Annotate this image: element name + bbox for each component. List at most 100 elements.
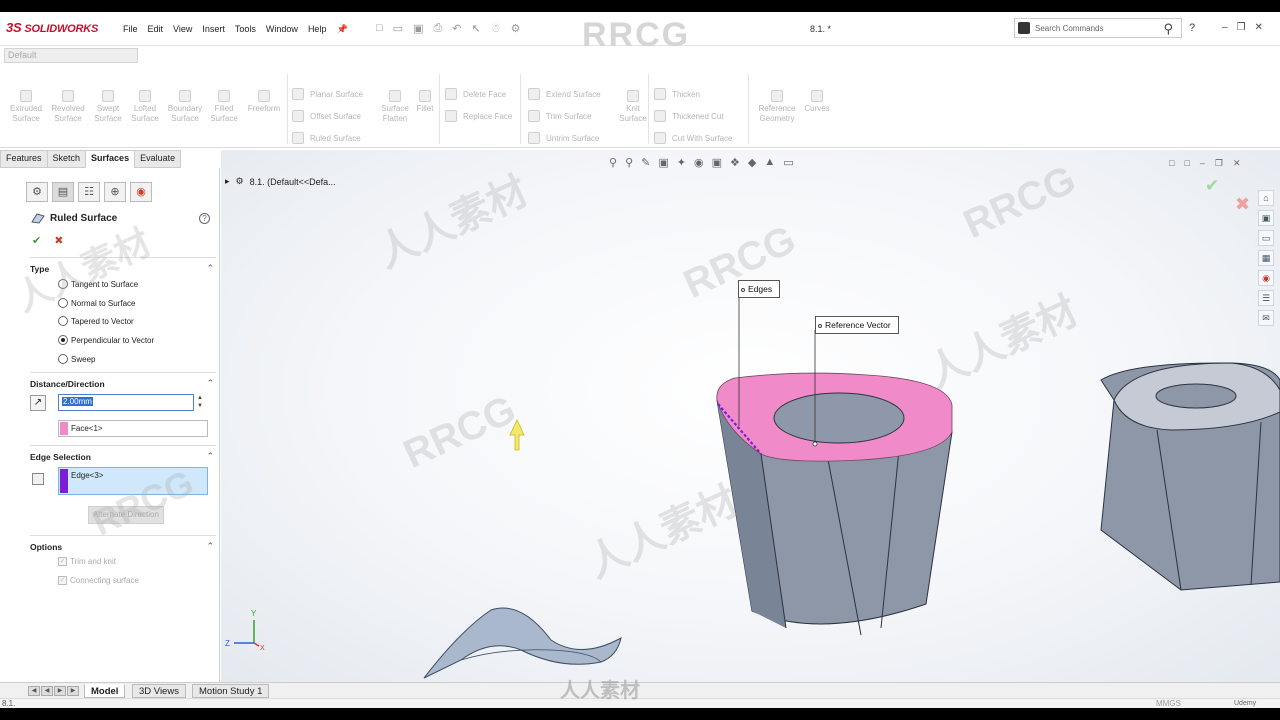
trim-surface-button[interactable]: Trim Surface [528,110,592,122]
menu-edit[interactable]: Edit [143,24,169,35]
options-header: Options [30,542,63,552]
menu-window[interactable]: Window [261,24,303,35]
search-scope-icon[interactable] [1018,22,1030,34]
undo-icon[interactable]: ↶ [452,22,461,35]
alternate-direction-button[interactable]: Alternate Direction [88,506,164,524]
property-manager-icon[interactable]: ▤ [52,182,74,202]
menu-tools[interactable]: Tools [230,24,261,35]
knit-surface-button[interactable]: Knit Surface [618,90,648,124]
search-icon[interactable]: ⚲ [1163,21,1173,37]
fillet-button[interactable]: Fillet [413,90,437,114]
print-icon[interactable]: ⎙ [433,22,442,35]
edge-selection-list[interactable]: Edge<3> [58,467,208,495]
untrim-surface-button[interactable]: Untrim Surface [528,132,599,144]
cancel-x-icon[interactable]: ✖ [54,235,63,247]
radio-perpendicular-to-vector[interactable]: Perpendicular to Vector [58,335,154,345]
configuration-manager-icon[interactable]: ☷ [78,182,100,202]
graphics-area[interactable]: ▸ ⚙ 8.1. (Default<<Defa... ⚲ ⚲ ✎ ▣ ✦ ◉ ▣… [221,150,1280,682]
direction-arrow [509,419,525,451]
last-tab-icon[interactable]: ▶ [67,686,79,696]
curves-button[interactable]: Curves [802,90,832,114]
triad-x-axis [253,642,260,647]
trim-and-knit-checkbox[interactable]: ✓ Trim and knit [58,557,116,566]
swept-surface-button[interactable]: Swept Surface [90,90,126,124]
collapse-chevron-icon[interactable]: ⌃ [206,378,214,389]
collapse-chevron-icon[interactable]: ⌃ [206,541,214,552]
ok-check-icon[interactable]: ✔ [32,235,41,247]
radio-tangent-to-surface[interactable]: Tangent to Surface [58,279,138,289]
solidworks-logo[interactable]: 3S SOLIDWORKS [6,20,98,35]
menu-help[interactable]: Help [303,24,332,35]
units-indicator[interactable]: MMGS [1156,699,1181,708]
lofted-surface-button[interactable]: Lofted Surface [127,90,163,124]
solidworks-window: 3S SOLIDWORKS File Edit View Insert Tool… [0,12,1280,708]
property-manager: ⚙ ▤ ☷ ⊕ ◉ Ruled Surface ? ✔ ✖ Type ⌃ Tan… [0,168,220,682]
search-placeholder: Search Commands [1035,24,1104,33]
wavy-surface [423,607,622,679]
boundary-surface-icon [179,90,191,102]
connecting-surface-checkbox[interactable]: ✓ Connecting surface [58,576,139,585]
help-button[interactable]: ? [1189,22,1195,34]
extruded-surface-button[interactable]: Extruded Surface [6,90,46,124]
rebuild-icon[interactable]: ☃ [491,22,501,35]
dimxpert-icon[interactable]: ⊕ [104,182,126,202]
tab-evaluate[interactable]: Evaluate [134,150,182,168]
distance-spinner[interactable]: ▲ ▼ [197,394,203,410]
save-icon[interactable]: ▣ [413,22,423,35]
help-icon[interactable]: ? [199,213,210,224]
radio-sweep[interactable]: Sweep [58,354,95,364]
open-icon[interactable]: ▭ [393,22,403,35]
menu-view[interactable]: View [168,24,197,35]
collapse-chevron-icon[interactable]: ⌃ [206,451,214,462]
distance-input[interactable]: 2.00mm [58,394,194,411]
ruled-surface-button[interactable]: Ruled Surface [292,132,361,144]
new-icon[interactable]: □ [376,22,383,35]
revolved-surface-button[interactable]: Revolved Surface [48,90,88,124]
surface-flatten-button[interactable]: Surface Flatten [378,90,412,124]
edges-callout[interactable]: Edges [738,280,781,298]
pin-icon[interactable]: 📌 [331,24,352,35]
tab-sketch[interactable]: Sketch [46,150,87,168]
planar-surface-button[interactable]: Planar Surface [292,88,363,100]
tab-surfaces[interactable]: Surfaces [85,150,136,168]
freeform-button[interactable]: Freeform [244,90,284,114]
radio-tapered-to-vector[interactable]: Tapered to Vector [58,316,134,326]
next-tab-icon[interactable]: ▶ [54,686,66,696]
select-icon[interactable]: ↖ [472,22,481,35]
radio-normal-to-surface[interactable]: Normal to Surface [58,298,135,308]
minimize-icon[interactable]: – [1222,22,1228,33]
fillet-icon [419,90,431,102]
configuration-dropdown[interactable]: Default [4,48,138,63]
thicken-button[interactable]: Thicken [654,88,700,100]
reference-vector-callout[interactable]: Reference Vector [815,316,899,334]
menu-file[interactable]: File [118,24,143,35]
edge-color-swatch [60,469,68,493]
prev-tab-icon[interactable]: ◀ [41,686,53,696]
tab-features[interactable]: Features [0,150,48,168]
thickened-cut-button[interactable]: Thickened Cut [654,110,724,122]
reference-vector-selection[interactable]: Face<1> [58,420,208,437]
model-tabs-bar: ◀ ◀ ▶ ▶ Model 3D Views Motion Study 1 [0,682,1280,698]
filled-surface-button[interactable]: Filled Surface [207,90,241,124]
boundary-surface-button[interactable]: Boundary Surface [164,90,206,124]
first-tab-icon[interactable]: ◀ [28,686,40,696]
close-icon[interactable]: ✕ [1255,22,1263,33]
restore-icon[interactable]: ❐ [1237,22,1246,33]
collapse-chevron-icon[interactable]: ⌃ [206,263,214,274]
menu-insert[interactable]: Insert [197,24,230,35]
feature-manager-icon[interactable]: ⚙ [26,182,48,202]
tab-motion-study[interactable]: Motion Study 1 [192,684,270,698]
options-gear-icon[interactable]: ⚙ [511,22,521,35]
extend-surface-button[interactable]: Extend Surface [528,88,601,100]
udemy-logo: Udemy [1234,700,1257,707]
display-manager-icon[interactable]: ◉ [130,182,152,202]
reference-geometry-button[interactable]: Reference Geometry [754,90,800,124]
cut-with-surface-button[interactable]: Cut With Surface [654,132,732,144]
tab-3d-views[interactable]: 3D Views [132,684,186,698]
tab-model[interactable]: Model [84,684,126,698]
replace-face-button[interactable]: Replace Face [445,110,512,122]
search-commands-field[interactable]: Search Commands ⚲ [1014,18,1182,38]
delete-face-button[interactable]: Delete Face [445,88,506,100]
toolbar-divider [439,74,440,144]
offset-surface-button[interactable]: Offset Surface [292,110,361,122]
